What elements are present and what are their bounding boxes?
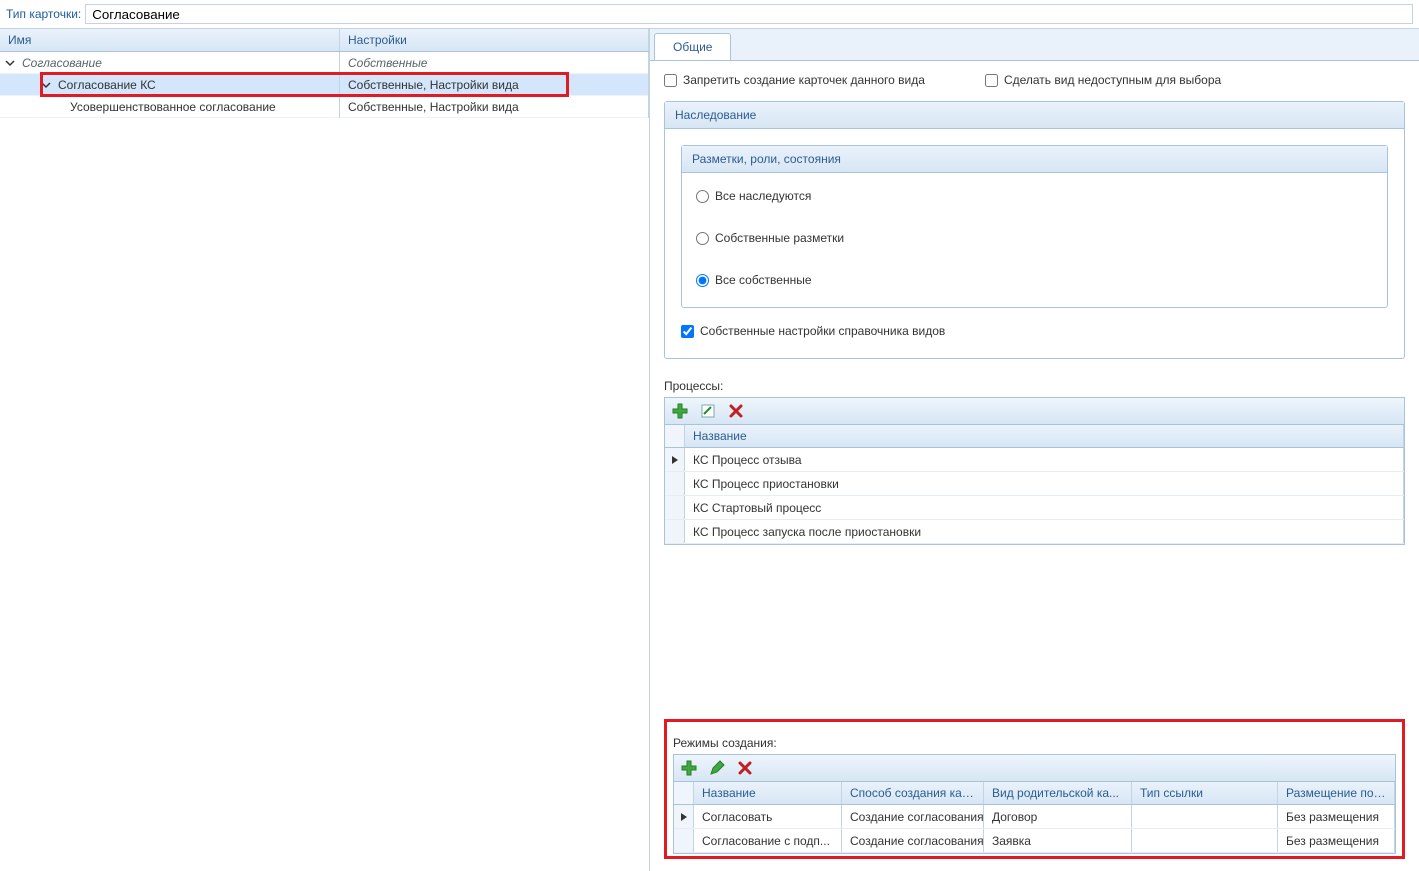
- modes-header-placement[interactable]: Размещение по умол...: [1278, 782, 1395, 804]
- radio-all-own-input[interactable]: [696, 274, 709, 287]
- processes-header-name[interactable]: Название: [685, 425, 1404, 447]
- radio-all-inherit[interactable]: Все наследуются: [696, 189, 1373, 203]
- process-row[interactable]: КС Процесс приостановки: [665, 472, 1404, 496]
- creation-modes-highlight: Режимы создания: Название Способ создани…: [664, 719, 1405, 859]
- own-directory-settings-input[interactable]: [681, 325, 694, 338]
- own-directory-settings-checkbox[interactable]: Собственные настройки справочника видов: [681, 324, 1388, 338]
- unavailable-input[interactable]: [985, 74, 998, 87]
- radio-all-own[interactable]: Все собственные: [696, 273, 1373, 287]
- pencil-edit-icon[interactable]: [708, 759, 726, 777]
- modes-header-linktype[interactable]: Тип ссылки: [1132, 782, 1278, 804]
- details-panel: Общие Запретить создание карточек данног…: [650, 29, 1419, 871]
- process-name: КС Стартовый процесс: [685, 496, 1404, 519]
- edit-icon[interactable]: [699, 402, 717, 420]
- tree-row-settings: Собственные, Настройки вида: [340, 96, 649, 118]
- topbar: Тип карточки:: [0, 0, 1419, 29]
- mode-row[interactable]: СогласоватьСоздание согласованияДоговор Б…: [674, 805, 1395, 829]
- unavailable-label: Сделать вид недоступным для выбора: [1004, 73, 1221, 87]
- tree-row-settings: Собственные: [340, 52, 649, 74]
- mode-row[interactable]: Согласование с подп...Создание согласова…: [674, 829, 1395, 853]
- tree-row-name: Согласование: [22, 56, 102, 70]
- tree-row[interactable]: Согласование КС Собственные, Настройки ви…: [0, 74, 649, 96]
- inheritance-group: Наследование Разметки, роли, состояния В…: [664, 101, 1405, 359]
- forbid-creation-label: Запретить создание карточек данного вида: [683, 73, 925, 87]
- tree-row-name: Согласование КС: [58, 78, 156, 92]
- types-tree-panel: Имя Настройки СогласованиеСобственныеСог…: [0, 29, 650, 871]
- tree-row-settings: Собственные, Настройки вида: [340, 74, 649, 96]
- radio-own-layouts-label: Собственные разметки: [715, 231, 844, 245]
- radio-all-own-label: Все собственные: [715, 273, 812, 287]
- modes-grid: Название Способ создания кар... Вид роди…: [673, 782, 1396, 854]
- process-row[interactable]: КС Процесс отзыва: [665, 448, 1404, 472]
- process-row[interactable]: КС Стартовый процесс: [665, 496, 1404, 520]
- processes-grid: Название КС Процесс отзываКС Процесс при…: [664, 425, 1405, 545]
- mode-cell-c3: Договор: [984, 805, 1132, 828]
- row-marker: [665, 520, 685, 543]
- mode-cell-c3: Заявка: [984, 829, 1132, 852]
- rowmarker-header: [665, 425, 685, 447]
- cardtype-input[interactable]: [85, 4, 1413, 24]
- modes-toolbar: [673, 754, 1396, 782]
- row-marker: [674, 829, 694, 852]
- row-marker: [665, 496, 685, 519]
- chevron-down-icon[interactable]: [40, 79, 52, 91]
- chevron-down-icon[interactable]: [4, 57, 16, 69]
- mode-cell-c5: Без размещения: [1278, 805, 1395, 828]
- tree-row[interactable]: Усовершенствованное согласование Собствен…: [0, 96, 649, 118]
- modes-header-method[interactable]: Способ создания кар...: [842, 782, 984, 804]
- tree-header-settings[interactable]: Настройки: [340, 29, 649, 51]
- row-marker: [665, 448, 685, 471]
- tabstrip: Общие: [650, 29, 1419, 61]
- radio-all-inherit-input[interactable]: [696, 190, 709, 203]
- creation-modes-label: Режимы создания:: [673, 736, 1396, 750]
- forbid-creation-checkbox[interactable]: Запретить создание карточек данного вида: [664, 73, 925, 87]
- row-marker: [674, 805, 694, 828]
- tree-row-name: Усовершенствованное согласование: [70, 100, 276, 114]
- mode-cell-c1: Согласование с подп...: [694, 829, 842, 852]
- inheritance-title: Наследование: [665, 102, 1404, 129]
- process-name: КС Процесс запуска после приостановки: [685, 520, 1404, 543]
- process-name: КС Процесс отзыва: [685, 448, 1404, 471]
- mode-cell-c4: [1132, 829, 1278, 852]
- rowmarker-header: [674, 782, 694, 804]
- modes-header-parent[interactable]: Вид родительской ка...: [984, 782, 1132, 804]
- tree-row[interactable]: Согласование Собственные: [0, 52, 649, 74]
- mode-cell-c5: Без размещения: [1278, 829, 1395, 852]
- row-marker: [665, 472, 685, 495]
- processes-label: Процессы:: [664, 379, 1405, 393]
- add-icon[interactable]: [680, 759, 698, 777]
- delete-icon[interactable]: [727, 402, 745, 420]
- forbid-creation-input[interactable]: [664, 74, 677, 87]
- delete-icon[interactable]: [736, 759, 754, 777]
- unavailable-checkbox[interactable]: Сделать вид недоступным для выбора: [985, 73, 1221, 87]
- process-name: КС Процесс приостановки: [685, 472, 1404, 495]
- tree-header: Имя Настройки: [0, 29, 649, 52]
- mode-cell-c2: Создание согласования: [842, 805, 984, 828]
- tree-body: СогласованиеСобственныеСогласование КССо…: [0, 52, 649, 118]
- process-row[interactable]: КС Процесс запуска после приостановки: [665, 520, 1404, 544]
- tab-general[interactable]: Общие: [654, 33, 731, 60]
- cardtype-label: Тип карточки:: [6, 7, 81, 21]
- radio-own-layouts-input[interactable]: [696, 232, 709, 245]
- own-directory-settings-label: Собственные настройки справочника видов: [700, 324, 945, 338]
- tree-header-name[interactable]: Имя: [0, 29, 340, 51]
- modes-header-name[interactable]: Название: [694, 782, 842, 804]
- mode-cell-c1: Согласовать: [694, 805, 842, 828]
- add-icon[interactable]: [671, 402, 689, 420]
- mode-cell-c2: Создание согласования: [842, 829, 984, 852]
- mode-cell-c4: [1132, 805, 1278, 828]
- layouts-roles-states-group: Разметки, роли, состояния Все наследуютс…: [681, 145, 1388, 308]
- layouts-roles-states-title: Разметки, роли, состояния: [682, 146, 1387, 173]
- top-checkboxes: Запретить создание карточек данного вида…: [664, 73, 1405, 87]
- processes-toolbar: [664, 397, 1405, 425]
- radio-own-layouts[interactable]: Собственные разметки: [696, 231, 1373, 245]
- radio-all-inherit-label: Все наследуются: [715, 189, 811, 203]
